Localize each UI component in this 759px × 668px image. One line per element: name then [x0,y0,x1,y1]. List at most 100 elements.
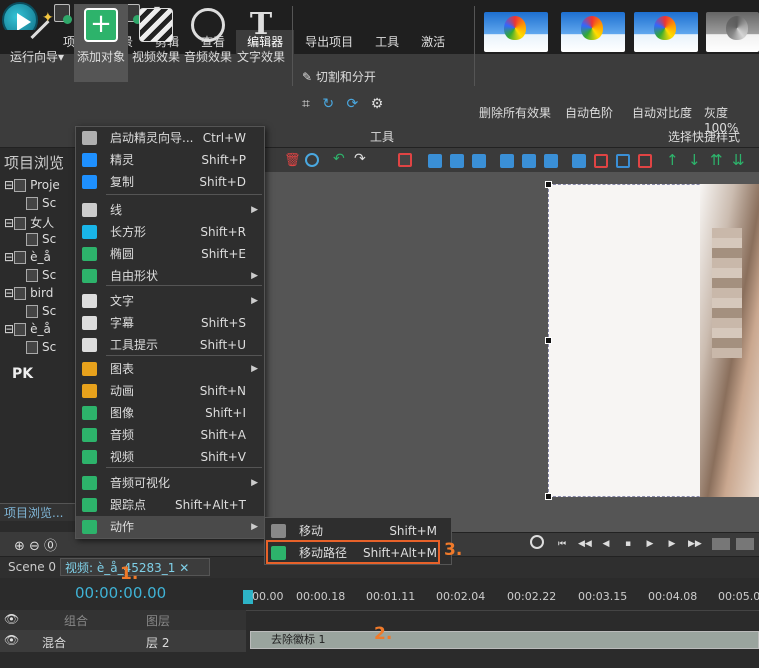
crop-tool-icon[interactable]: ⌗ [302,96,310,112]
send-backward-icon[interactable]: ↓ [688,151,702,169]
blend-mode[interactable]: 混合 [42,634,66,651]
tree-item[interactable]: Sc [26,268,56,282]
bring-front-icon[interactable]: ⇈ [710,151,724,169]
menu-item-10[interactable]: 图表 ▶ [76,358,264,380]
menu-item-4[interactable]: 长方形 Shift+R [76,221,264,243]
align-right-icon[interactable] [472,154,486,168]
film-icon[interactable] [712,538,730,550]
submenu-arrow-icon: ▶ [251,271,258,281]
select-all-icon[interactable] [398,153,412,167]
menu-item-11[interactable]: 动画 Shift+N [76,380,264,402]
menu-item-2[interactable]: 复制 Shift+D [76,171,264,193]
tab-activate[interactable]: 激活 [410,30,456,54]
layer-row[interactable]: 👁 混合 层 2 [0,630,246,652]
tree-item[interactable]: Sc [26,304,56,318]
align-bottom-icon[interactable] [544,154,558,168]
tree-item[interactable]: Sc [26,232,56,246]
speaker-fx-icon [191,8,225,42]
step-back-icon[interactable]: ◀ [600,538,612,550]
image-icon [82,406,97,420]
bring-forward-icon[interactable]: ↑ [666,151,680,169]
style-thumb-auto-contrast[interactable] [634,12,698,52]
distribute-h-icon[interactable] [572,154,586,168]
tree-item[interactable]: ⊟ bird [4,286,53,300]
submenu-item-0[interactable]: 移动 Shift+M [265,520,451,542]
menu-item-label: 视频 [110,450,135,464]
run-wizard-button[interactable]: ✦ 运行向导▾ [4,4,70,82]
menu-item-5[interactable]: 椭圆 Shift+E [76,243,264,265]
play-icon[interactable]: ▶ [644,538,656,550]
tab-scene-0[interactable]: Scene 0 [4,558,60,576]
menu-item-15[interactable]: 音频可视化 ▶ [76,472,264,494]
clock-icon[interactable] [530,535,544,549]
motion-icon [82,520,97,534]
menu-item-label: 动画 [110,384,135,398]
next-frame-icon[interactable]: ▶▶ [688,538,702,550]
menu-item-14[interactable]: 视频 Shift+V [76,446,264,468]
audio-visual-icon [82,476,97,490]
distribute-v-icon[interactable] [594,154,608,168]
menu-item-3[interactable]: 线 ▶ [76,199,264,221]
tab-export[interactable]: 导出项目 [294,30,364,54]
delete-icon[interactable]: 🗑 [284,153,301,168]
align-center-icon[interactable] [450,154,464,168]
align-top-icon[interactable] [500,154,514,168]
step-forward-icon[interactable]: ▶ [666,538,678,550]
style-thumb-auto-levels[interactable] [561,12,625,52]
cut-split-button[interactable]: ✎ 切割和分开 [302,68,376,85]
menu-item-label: 椭圆 [110,247,135,261]
style-thumb-grayscale[interactable] [706,12,759,52]
rotate-icon[interactable]: ↻ [322,96,334,112]
menu-item-16[interactable]: 跟踪点 Shift+Alt+T [76,494,264,516]
menu-item-12[interactable]: 图像 Shift+I [76,402,264,424]
menu-item-8[interactable]: 字幕 Shift+S [76,312,264,334]
resize-handle[interactable] [545,181,552,188]
audio-effects-button[interactable]: 音频效果 [182,4,234,82]
menu-item-0[interactable]: 启动精灵向导... Ctrl+W [76,127,264,149]
center-icon[interactable] [638,154,652,168]
tree-item[interactable]: ⊟ è_å [4,322,51,336]
add-object-label: 添加对象 [76,50,125,64]
ruler-tick: 00:01.11 [366,590,416,603]
eye-icon[interactable]: 👁 [4,612,19,626]
tab-tools[interactable]: 工具 [364,30,410,54]
rotate-90-icon[interactable]: ⟳ [347,96,359,112]
redo-icon[interactable]: ↷ [354,151,368,167]
align-left-icon[interactable] [428,154,442,168]
prev-frame-icon[interactable]: ◀◀ [578,538,592,550]
menu-item-17[interactable]: 动作 ▶ [76,516,264,538]
same-size-icon[interactable] [616,154,630,168]
menu-item-7[interactable]: 文字 ▶ [76,290,264,312]
split-view-icon[interactable] [736,538,754,550]
stop-icon[interactable]: ▪ [622,538,634,550]
menu-item-13[interactable]: 音频 Shift+A [76,424,264,446]
tree-item[interactable]: Sc [26,196,56,210]
tree-item[interactable]: ⊟ Proje [4,178,60,192]
send-back-icon[interactable]: ⇊ [732,151,746,169]
menu-item-label: 精灵 [110,153,135,167]
text-effects-button[interactable]: T 文字效果 [236,4,286,82]
tree-item[interactable]: ⊟ è_å [4,250,51,264]
undo-icon[interactable]: ↶ [333,151,347,167]
align-middle-icon[interactable] [522,154,536,168]
layer-name[interactable]: 层 2 [146,634,169,651]
tree-item[interactable]: ⊟ 女人 [4,214,54,231]
timeline-clip[interactable]: 去除徽标 1 [250,631,759,649]
menu-item-6[interactable]: 自由形状 ▶ [76,265,264,287]
video-effects-button[interactable]: 视频效果 [130,4,182,82]
menu-item-shortcut: Shift+P [201,153,246,167]
circle-icon[interactable] [305,153,319,167]
menu-item-label: 图表 [110,362,135,376]
tab-project-explorer[interactable]: 项目浏览... [0,506,63,520]
color-tool-icon[interactable]: ⚙ [371,96,384,112]
go-start-icon[interactable]: ⏮ [556,538,568,550]
style-thumb-remove-all[interactable] [484,12,548,52]
eye-icon[interactable]: 👁 [4,633,19,647]
menu-item-9[interactable]: 工具提示 Shift+U [76,334,264,356]
zoom-controls[interactable]: ⊕ ⊖ ⓪ [14,535,57,554]
resize-handle[interactable] [545,493,552,500]
add-object-button[interactable]: + 添加对象 [74,4,128,82]
resize-handle[interactable] [545,337,552,344]
menu-item-1[interactable]: 精灵 Shift+P [76,149,264,171]
tree-item[interactable]: Sc [26,340,56,354]
